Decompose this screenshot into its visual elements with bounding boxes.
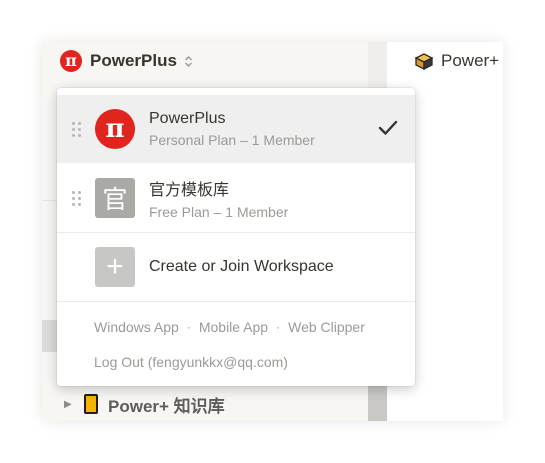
workspace-option-plan: Free Plan – 1 Member bbox=[149, 204, 289, 220]
drag-handle-icon[interactable] bbox=[57, 190, 95, 206]
workspace-dropdown: π PowerPlus Personal Plan – 1 Member 官 官… bbox=[57, 88, 415, 386]
chevron-up-down-icon bbox=[184, 55, 193, 68]
workspace-option-name: PowerPlus bbox=[149, 110, 226, 127]
app-links: Windows App · Mobile App · Web Clipper bbox=[94, 319, 365, 335]
sidebar-item-knowledge-base[interactable]: ▶ Power+ 知识库 bbox=[64, 392, 225, 416]
expand-arrow-icon[interactable]: ▶ bbox=[64, 399, 74, 410]
drag-handle-icon[interactable] bbox=[57, 121, 95, 137]
create-workspace-button[interactable]: + Create or Join Workspace bbox=[57, 233, 415, 301]
workspace-logo-icon: π bbox=[60, 50, 82, 72]
page-title: Power+ bbox=[441, 51, 500, 70]
dropdown-divider bbox=[57, 301, 415, 302]
logout-link[interactable]: Log Out (fengyunkkx@qq.com) bbox=[94, 354, 288, 370]
link-separator: · bbox=[186, 320, 191, 334]
mobile-app-link[interactable]: Mobile App bbox=[199, 319, 268, 335]
workspace-avatar-icon: 官 bbox=[95, 178, 135, 218]
workspace-switcher[interactable]: π PowerPlus bbox=[60, 50, 193, 72]
box-icon bbox=[414, 52, 434, 71]
checkmark-icon bbox=[378, 120, 398, 135]
plus-icon: + bbox=[95, 247, 135, 287]
workspace-option-official-templates[interactable]: 官 官方模板库 Free Plan – 1 Member bbox=[57, 164, 415, 232]
create-workspace-label: Create or Join Workspace bbox=[149, 258, 334, 275]
workspace-option-plan: Personal Plan – 1 Member bbox=[149, 132, 315, 148]
workspace-name: PowerPlus bbox=[90, 51, 177, 70]
page-breadcrumb[interactable]: Power+ bbox=[414, 50, 499, 72]
workspace-option-name: 官方模板库 bbox=[149, 182, 230, 199]
windows-app-link[interactable]: Windows App bbox=[94, 319, 179, 335]
web-clipper-link[interactable]: Web Clipper bbox=[288, 319, 365, 335]
workspace-avatar-icon: π bbox=[95, 109, 135, 149]
book-icon bbox=[84, 394, 98, 414]
workspace-option-powerplus[interactable]: π PowerPlus Personal Plan – 1 Member bbox=[57, 95, 415, 163]
link-separator: · bbox=[276, 320, 281, 334]
sidebar-item-label: Power+ 知识库 bbox=[108, 396, 225, 416]
